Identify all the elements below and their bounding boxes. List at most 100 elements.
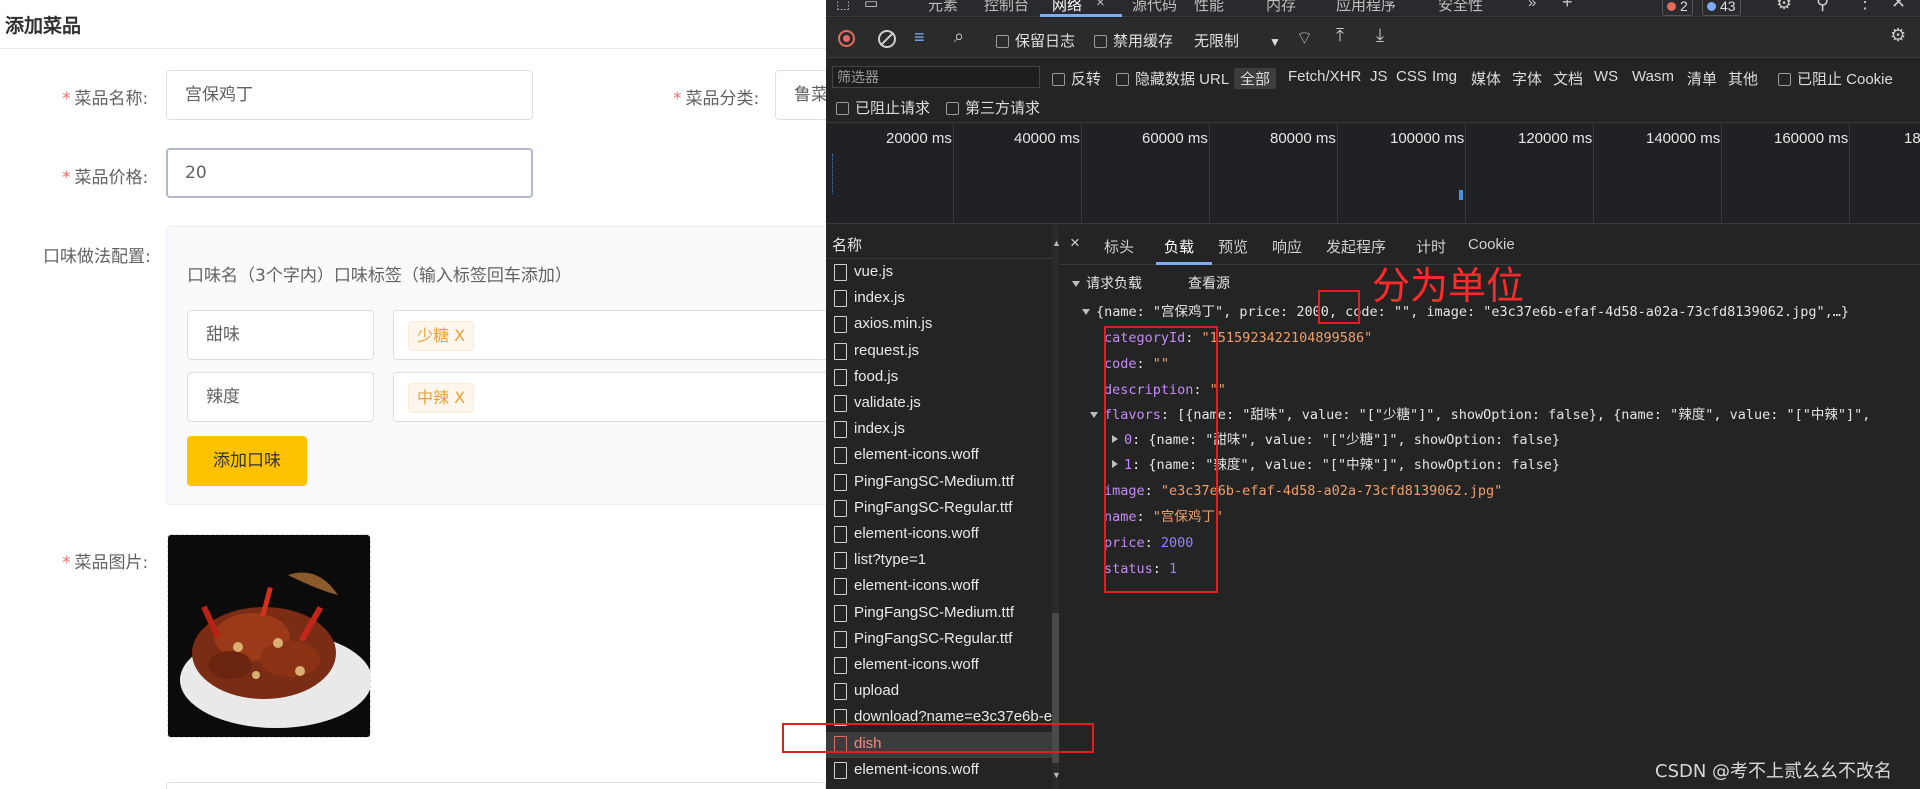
flavor-tag[interactable]: 中辣 X (408, 383, 475, 413)
network-conditions-icon[interactable]: ⌔ (1296, 27, 1313, 50)
close-devtools-icon[interactable]: ✕ (1891, 0, 1906, 13)
tab-application[interactable]: 应用程序 (1336, 0, 1396, 15)
tab-security[interactable]: 安全性 (1438, 0, 1483, 15)
blocked-requests-checkbox[interactable]: 已阻止请求 (836, 97, 930, 118)
request-row[interactable]: element-icons.woff (826, 522, 1058, 548)
record-icon[interactable] (838, 30, 855, 47)
customize-icon[interactable]: ⚲ (1816, 0, 1829, 14)
filter-type-all[interactable]: 全部 (1234, 68, 1277, 89)
device-toggle-icon[interactable]: ▭ (864, 0, 878, 12)
more-tabs-icon[interactable]: » (1528, 0, 1536, 11)
request-row[interactable]: PingFangSC-Regular.ttf (826, 496, 1058, 522)
filter-type-other[interactable]: 其他 (1728, 68, 1758, 89)
request-row[interactable]: index.js (826, 417, 1058, 443)
tab-initiator[interactable]: 发起程序 (1326, 236, 1386, 257)
request-row[interactable]: request.js (826, 339, 1058, 365)
filter-type-fetch[interactable]: Fetch/XHR (1288, 68, 1361, 85)
tab-timing[interactable]: 计时 (1416, 236, 1446, 257)
tab-sources[interactable]: 源代码 (1132, 0, 1177, 15)
flavor-tags-input[interactable]: 中辣 X (393, 372, 826, 422)
filter-input[interactable]: 筛选器 (832, 66, 1040, 88)
add-tab-icon[interactable]: + (1562, 0, 1573, 13)
blocked-cookies-checkbox[interactable]: 已阻止 Cookie (1778, 68, 1893, 89)
inspect-icon[interactable]: ⬚ (836, 0, 850, 12)
request-row[interactable]: list?type=1 (826, 548, 1058, 574)
network-settings-icon[interactable]: ⚙ (1890, 25, 1906, 46)
tab-payload[interactable]: 负载 (1164, 236, 1194, 257)
tab-network[interactable]: 网络 (1052, 0, 1082, 15)
tab-headers[interactable]: 标头 (1104, 236, 1134, 257)
disable-cache-checkbox[interactable]: 禁用缓存 (1094, 30, 1173, 51)
add-flavor-button[interactable]: 添加口味 (187, 436, 307, 486)
request-row[interactable]: element-icons.woff (826, 653, 1058, 679)
request-name: upload (854, 682, 900, 700)
settings-icon[interactable]: ⚙ (1776, 0, 1792, 14)
request-row[interactable]: upload (826, 679, 1058, 705)
error-count-badge[interactable]: 2 (1662, 0, 1693, 16)
timeline-tick: 120000 ms (1518, 130, 1593, 147)
annotation-text: 分为单位 (1372, 264, 1525, 308)
filter-type-js[interactable]: JS (1370, 68, 1388, 85)
tab-memory[interactable]: 内存 (1266, 0, 1296, 15)
request-row[interactable]: element-icons.woff (826, 758, 1058, 784)
request-row[interactable]: PingFangSC-Medium.ttf (826, 601, 1058, 627)
request-row[interactable]: food.js (826, 365, 1058, 391)
request-name: element-icons.woff (854, 446, 979, 464)
filter-type-doc[interactable]: 文档 (1553, 68, 1583, 89)
request-name: element-icons.woff (854, 525, 979, 542)
request-row[interactable]: PingFangSC-Medium.ttf (826, 470, 1058, 496)
throttle-select[interactable]: 无限制 ▼ (1194, 30, 1281, 51)
dish-category-select[interactable]: 鲁菜 (775, 70, 826, 120)
filter-type-manifest[interactable]: 清单 (1687, 68, 1717, 89)
filter-icon[interactable]: ≡ (914, 27, 925, 48)
dish-image-upload[interactable] (167, 534, 371, 738)
filter-type-img[interactable]: Img (1432, 68, 1457, 85)
tab-console[interactable]: 控制台 (984, 0, 1029, 15)
flavor-name-input[interactable]: 辣度 (187, 372, 374, 422)
filter-type-ws[interactable]: WS (1594, 68, 1618, 85)
filter-type-css[interactable]: CSS (1396, 68, 1427, 85)
request-row[interactable]: axios.min.js (826, 312, 1058, 338)
message-count-badge[interactable]: 43 (1702, 0, 1741, 16)
tab-cookies[interactable]: Cookie (1468, 236, 1515, 253)
tab-network-close[interactable]: × (1096, 0, 1105, 11)
network-timeline[interactable]: 20000 ms 40000 ms 60000 ms 80000 ms 1000… (826, 124, 1920, 224)
flavor-tags-input[interactable]: 少糖 X (393, 310, 826, 360)
flavor-tag[interactable]: 少糖 X (408, 321, 475, 351)
export-har-icon[interactable]: ⤓ (1376, 25, 1384, 46)
dish-price-input[interactable]: 20 (166, 148, 533, 198)
file-icon (834, 316, 847, 334)
request-row[interactable]: PingFangSC-Regular.ttf (826, 627, 1058, 653)
filter-type-wasm[interactable]: Wasm (1632, 68, 1674, 85)
request-row[interactable]: vue.js (826, 260, 1058, 286)
search-icon[interactable]: ⌕ (954, 26, 964, 47)
view-source-link[interactable]: 查看源 (1188, 273, 1230, 293)
import-har-icon[interactable]: ⤒ (1336, 25, 1344, 46)
hide-data-url-checkbox[interactable]: 隐藏数据 URL (1116, 68, 1229, 89)
dish-name-input[interactable]: 宫保鸡丁 (166, 70, 533, 120)
file-icon (834, 368, 847, 386)
more-options-icon[interactable]: ⋮ (1856, 0, 1874, 13)
preserve-log-checkbox[interactable]: 保留日志 (996, 30, 1075, 51)
request-row[interactable]: element-icons.woff (826, 574, 1058, 600)
close-detail-icon[interactable]: × (1070, 233, 1080, 253)
file-icon (834, 473, 847, 491)
filter-type-media[interactable]: 媒体 (1471, 68, 1501, 89)
request-name: list?type=1 (854, 551, 927, 569)
third-party-checkbox[interactable]: 第三方请求 (946, 97, 1040, 118)
flavor-name-input[interactable]: 甜味 (187, 310, 374, 360)
tab-elements[interactable]: 元素 (928, 0, 958, 15)
payload-section-header[interactable]: 请求负载 (1072, 273, 1142, 293)
request-row[interactable]: element-icons.woff (826, 443, 1058, 469)
tab-response[interactable]: 响应 (1272, 236, 1302, 257)
tab-preview[interactable]: 预览 (1218, 236, 1248, 257)
network-filter-bar: 筛选器 反转 隐藏数据 URL 全部 Fetch/XHR JS CSS Img … (826, 59, 1920, 123)
next-field[interactable] (166, 782, 826, 789)
request-row[interactable]: index.js (826, 286, 1058, 312)
filter-type-font[interactable]: 字体 (1512, 68, 1542, 89)
clear-icon[interactable] (878, 30, 896, 48)
invert-checkbox[interactable]: 反转 (1052, 68, 1101, 89)
request-name: PingFangSC-Regular.ttf (854, 498, 1013, 516)
tab-performance[interactable]: 性能 (1194, 0, 1224, 15)
request-row[interactable]: validate.js (826, 391, 1058, 417)
